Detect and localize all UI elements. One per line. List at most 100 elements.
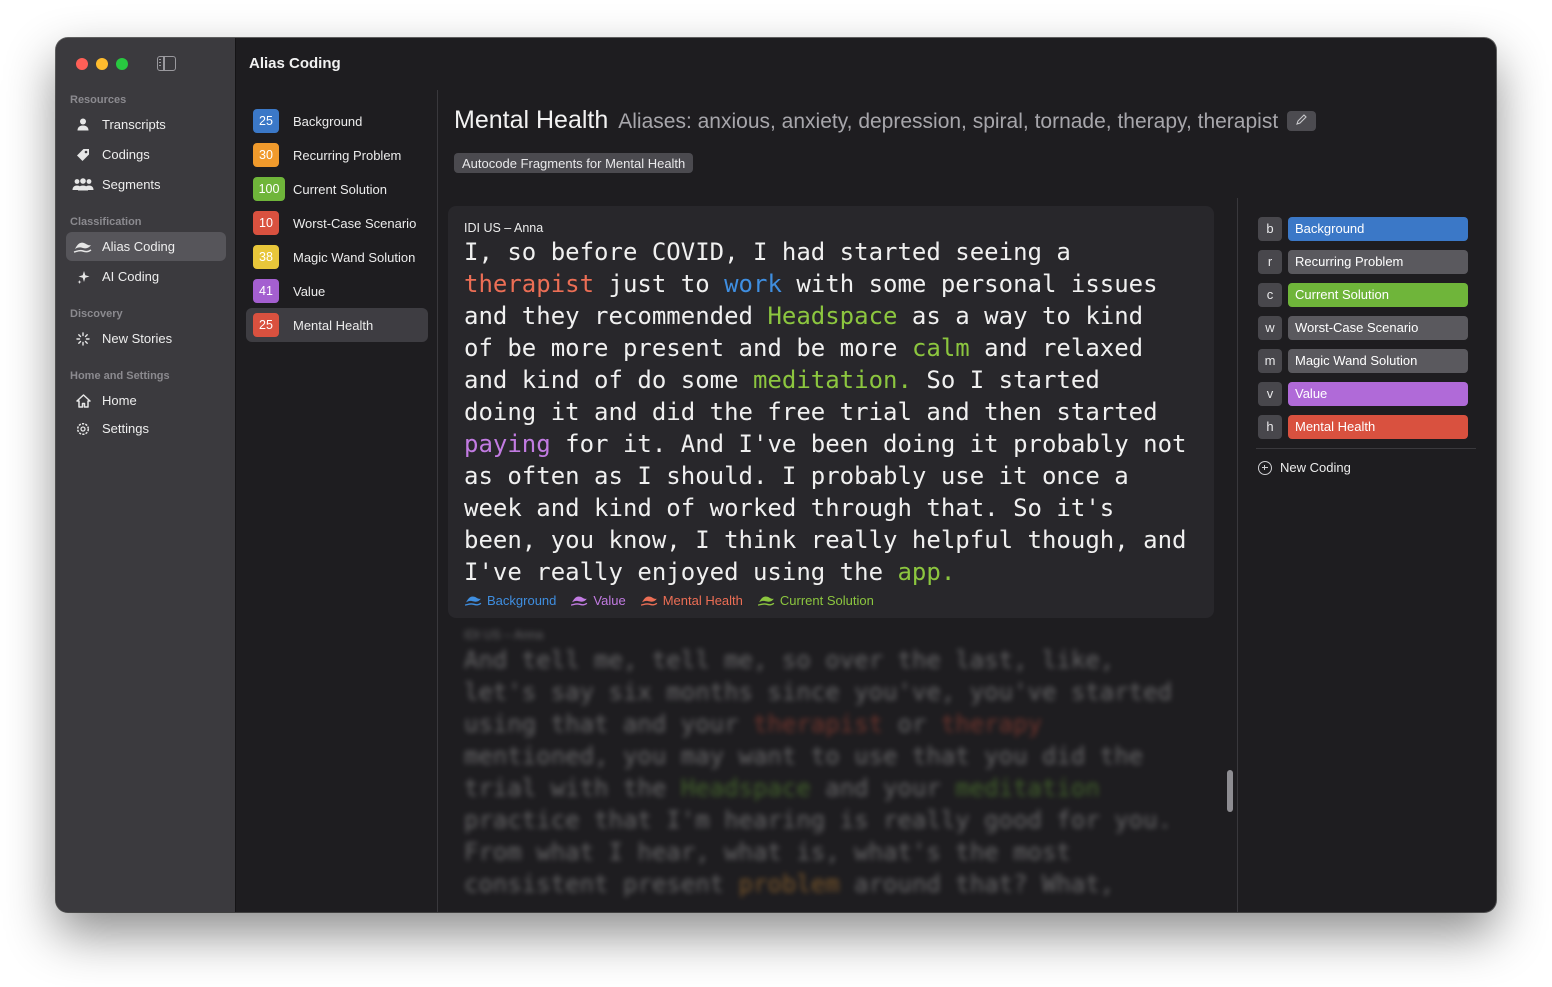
section-title-discovery: Discovery	[70, 308, 123, 320]
sidebar-item-label: Alias Coding	[102, 239, 175, 254]
shortcut-recurring-problem[interactable]: r Recurring Problem	[1258, 245, 1476, 278]
plus-circle-icon	[1258, 460, 1272, 475]
fragment-source: IDI US – Anna	[464, 221, 544, 235]
shortcut-key: c	[1258, 282, 1282, 307]
shortcut-key: w	[1258, 315, 1282, 340]
coding-item-magic-wand-solution[interactable]: 38 Magic Wand Solution	[246, 240, 428, 274]
count-badge: 25	[253, 313, 279, 337]
zoom-window-button[interactable]	[116, 58, 128, 70]
highlight-word: meditation	[955, 774, 1100, 802]
shortcut-value[interactable]: v Value	[1258, 377, 1476, 410]
sidebar-item-segments[interactable]: Segments	[66, 170, 226, 199]
autocode-fragments-button[interactable]: Autocode Fragments for Mental Health	[454, 153, 694, 173]
tag-label: Current Solution	[779, 593, 874, 608]
window-title: Alias Coding	[249, 55, 341, 72]
text-line: practice that I'm hearing is really good…	[464, 806, 1173, 834]
text-line: let's say six months since you've, you'v…	[464, 678, 1173, 706]
panel-divider	[1237, 198, 1238, 912]
people-icon	[72, 178, 94, 191]
coding-item-current-solution[interactable]: 100 Current Solution	[246, 172, 428, 206]
text-line: as often as I should. I probably use it …	[464, 462, 1129, 490]
shortcut-key: m	[1258, 348, 1282, 373]
tag-label: Background	[487, 593, 557, 608]
loader-icon	[72, 331, 94, 346]
window-controls	[76, 58, 128, 70]
coding-item-value[interactable]: 41 Value	[246, 274, 428, 308]
close-window-button[interactable]	[76, 58, 88, 70]
tag-value[interactable]: Value	[570, 593, 626, 608]
fragment-text: I, so before COVID, I had started seeing…	[464, 238, 1187, 586]
coding-title: Mental Health	[454, 106, 609, 134]
coding-pill: Magic Wand Solution	[1288, 348, 1468, 373]
alias-icon	[464, 596, 482, 606]
panel-separator	[1256, 448, 1476, 449]
coding-header: Mental Health Aliases: anxious, anxiety,…	[454, 106, 1278, 135]
shortcut-key: v	[1258, 381, 1282, 406]
sidebar-item-label: Segments	[102, 177, 161, 192]
codings-list: 25 Background 30 Recurring Problem 100 C…	[246, 104, 428, 342]
sidebar-item-label: Home	[102, 393, 137, 408]
count-badge: 38	[253, 245, 279, 269]
section-title-classification: Classification	[70, 216, 142, 228]
coding-label: Mental Health	[293, 317, 374, 333]
gear-icon	[72, 422, 94, 436]
sidebar-item-settings[interactable]: Settings	[66, 414, 226, 443]
highlight-word: paying	[464, 430, 551, 458]
next-fragment-preview[interactable]: IDI US – Anna And tell me, tell me, so o…	[464, 628, 1224, 900]
coding-label: Magic Wand Solution	[293, 249, 416, 265]
sidebar-item-codings[interactable]: Codings	[66, 140, 226, 169]
sidebar-item-home[interactable]: Home	[66, 386, 226, 415]
coding-item-mental-health[interactable]: 25 Mental Health	[246, 308, 428, 342]
coding-item-background[interactable]: 25 Background	[246, 104, 428, 138]
count-badge: 25	[253, 109, 279, 133]
fragment-tags: Background Value Mental Health Current S…	[464, 593, 874, 608]
alias-icon	[757, 596, 775, 606]
coding-pill: Value	[1288, 381, 1468, 406]
highlight-word: app.	[897, 558, 956, 586]
new-coding-button[interactable]: New Coding	[1258, 460, 1351, 475]
text-line: I, so before COVID, I had started seeing…	[464, 238, 1071, 266]
person-icon	[72, 118, 94, 131]
scrollbar-thumb[interactable]	[1227, 770, 1233, 812]
alias-icon	[72, 240, 94, 254]
edit-aliases-button[interactable]	[1287, 111, 1316, 131]
highlight-word: Headspace	[680, 774, 811, 802]
minimize-window-button[interactable]	[96, 58, 108, 70]
sidebar-item-label: Transcripts	[102, 117, 166, 132]
coding-label: Background	[293, 113, 363, 129]
fragment-card[interactable]: IDI US – Anna I, so before COVID, I had …	[448, 206, 1214, 618]
tag-current-solution[interactable]: Current Solution	[757, 593, 874, 608]
house-icon	[72, 393, 94, 408]
highlight-word: work	[724, 270, 782, 298]
coding-item-recurring-problem[interactable]: 30 Recurring Problem	[246, 138, 428, 172]
fragment-source: IDI US – Anna	[464, 628, 544, 642]
shortcut-magic-wand-solution[interactable]: m Magic Wand Solution	[1258, 344, 1476, 377]
sidebar-item-label: Codings	[102, 147, 150, 162]
shortcut-worst-case-scenario[interactable]: w Worst-Case Scenario	[1258, 311, 1476, 344]
shortcut-key: r	[1258, 249, 1282, 274]
count-badge: 30	[253, 143, 279, 167]
sidebar-item-label: Settings	[102, 421, 149, 436]
shortcut-background[interactable]: b Background	[1258, 212, 1476, 245]
app-window: Resources Transcripts Codings Segments C…	[56, 38, 1496, 912]
text-line: doing it and did the free trial and then…	[464, 398, 1158, 426]
sidebar: Resources Transcripts Codings Segments C…	[56, 38, 236, 912]
coding-item-worst-case-scenario[interactable]: 10 Worst-Case Scenario	[246, 206, 428, 240]
text-line: From what I hear, what is, what's the mo…	[464, 838, 1071, 866]
sidebar-item-transcripts[interactable]: Transcripts	[66, 110, 226, 139]
shortcut-mental-health[interactable]: h Mental Health	[1258, 410, 1476, 443]
text-line: mentioned, you may want to use that you …	[464, 742, 1144, 770]
text-line: And tell me, tell me, so over the last, …	[464, 646, 1115, 674]
tag-mental-health[interactable]: Mental Health	[640, 593, 743, 608]
text-line: week and kind of worked through that. So…	[464, 494, 1115, 522]
sidebar-item-new-stories[interactable]: New Stories	[66, 324, 226, 353]
sidebar-item-ai-coding[interactable]: AI Coding	[66, 262, 226, 291]
alias-icon	[571, 596, 588, 606]
sidebar-item-alias-coding[interactable]: Alias Coding	[66, 232, 226, 261]
highlight-word: therapy	[940, 710, 1042, 738]
sidebar-toggle-icon[interactable]	[157, 56, 176, 71]
coding-pill: Worst-Case Scenario	[1288, 315, 1468, 340]
shortcut-key: b	[1258, 216, 1282, 241]
shortcut-current-solution[interactable]: c Current Solution	[1258, 278, 1476, 311]
tag-background[interactable]: Background	[464, 593, 556, 608]
